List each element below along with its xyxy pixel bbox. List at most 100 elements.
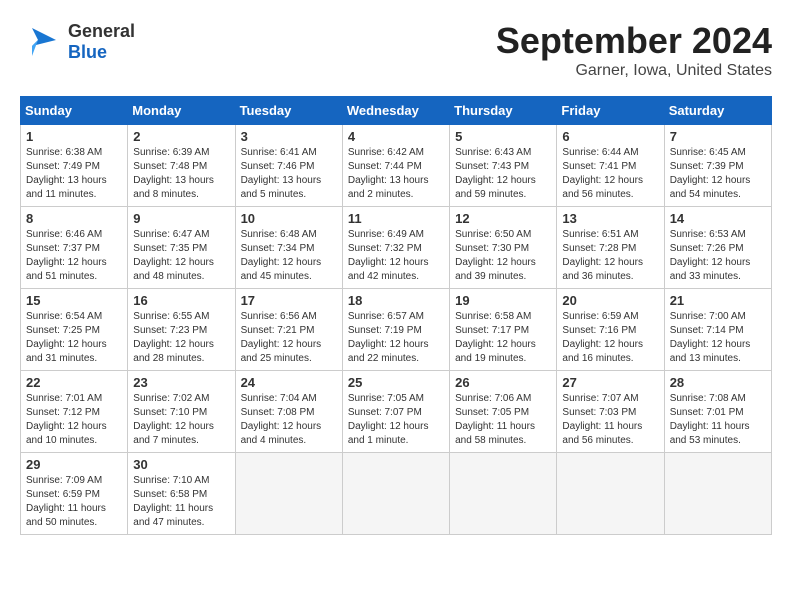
calendar-day-cell: 29 Sunrise: 7:09 AM Sunset: 6:59 PM Dayli… bbox=[21, 453, 128, 535]
calendar-week-row: 8 Sunrise: 6:46 AM Sunset: 7:37 PM Daylig… bbox=[21, 207, 772, 289]
day-number: 7 bbox=[670, 129, 766, 144]
day-info: Sunrise: 6:57 AM Sunset: 7:19 PM Dayligh… bbox=[348, 310, 444, 366]
day-info: Sunrise: 7:07 AM Sunset: 7:03 PM Dayligh… bbox=[562, 392, 658, 448]
day-info: Sunrise: 6:51 AM Sunset: 7:28 PM Dayligh… bbox=[562, 228, 658, 284]
calendar-day-cell: 1 Sunrise: 6:38 AM Sunset: 7:49 PM Daylig… bbox=[21, 125, 128, 207]
day-info: Sunrise: 6:39 AM Sunset: 7:48 PM Dayligh… bbox=[133, 146, 229, 202]
calendar-day-cell: 30 Sunrise: 7:10 AM Sunset: 6:58 PM Dayli… bbox=[128, 453, 235, 535]
day-info: Sunrise: 6:55 AM Sunset: 7:23 PM Dayligh… bbox=[133, 310, 229, 366]
calendar-day-cell bbox=[235, 453, 342, 535]
day-info: Sunrise: 7:06 AM Sunset: 7:05 PM Dayligh… bbox=[455, 392, 551, 448]
day-info: Sunrise: 6:38 AM Sunset: 7:49 PM Dayligh… bbox=[26, 146, 122, 202]
calendar-day-cell: 2 Sunrise: 6:39 AM Sunset: 7:48 PM Daylig… bbox=[128, 125, 235, 207]
day-info: Sunrise: 6:56 AM Sunset: 7:21 PM Dayligh… bbox=[241, 310, 337, 366]
calendar-week-row: 22 Sunrise: 7:01 AM Sunset: 7:12 PM Dayli… bbox=[21, 371, 772, 453]
calendar-day-cell: 17 Sunrise: 6:56 AM Sunset: 7:21 PM Dayli… bbox=[235, 289, 342, 371]
day-info: Sunrise: 6:42 AM Sunset: 7:44 PM Dayligh… bbox=[348, 146, 444, 202]
month-title: September 2024 bbox=[496, 20, 772, 62]
day-number: 1 bbox=[26, 129, 122, 144]
day-info: Sunrise: 6:49 AM Sunset: 7:32 PM Dayligh… bbox=[348, 228, 444, 284]
calendar-day-cell: 10 Sunrise: 6:48 AM Sunset: 7:34 PM Dayli… bbox=[235, 207, 342, 289]
calendar-day-cell: 3 Sunrise: 6:41 AM Sunset: 7:46 PM Daylig… bbox=[235, 125, 342, 207]
calendar-week-row: 29 Sunrise: 7:09 AM Sunset: 6:59 PM Dayli… bbox=[21, 453, 772, 535]
day-info: Sunrise: 6:44 AM Sunset: 7:41 PM Dayligh… bbox=[562, 146, 658, 202]
day-info: Sunrise: 6:50 AM Sunset: 7:30 PM Dayligh… bbox=[455, 228, 551, 284]
day-number: 17 bbox=[241, 293, 337, 308]
logo-text: General Blue bbox=[68, 21, 135, 63]
calendar-day-cell: 6 Sunrise: 6:44 AM Sunset: 7:41 PM Daylig… bbox=[557, 125, 664, 207]
day-number: 5 bbox=[455, 129, 551, 144]
calendar-day-cell: 19 Sunrise: 6:58 AM Sunset: 7:17 PM Dayli… bbox=[450, 289, 557, 371]
day-number: 23 bbox=[133, 375, 229, 390]
day-info: Sunrise: 6:48 AM Sunset: 7:34 PM Dayligh… bbox=[241, 228, 337, 284]
weekday-header-thursday: Thursday bbox=[450, 97, 557, 125]
weekday-header-wednesday: Wednesday bbox=[342, 97, 449, 125]
day-number: 14 bbox=[670, 211, 766, 226]
calendar-day-cell: 4 Sunrise: 6:42 AM Sunset: 7:44 PM Daylig… bbox=[342, 125, 449, 207]
calendar-day-cell: 21 Sunrise: 7:00 AM Sunset: 7:14 PM Dayli… bbox=[664, 289, 771, 371]
day-info: Sunrise: 7:00 AM Sunset: 7:14 PM Dayligh… bbox=[670, 310, 766, 366]
weekday-header-sunday: Sunday bbox=[21, 97, 128, 125]
day-info: Sunrise: 7:10 AM Sunset: 6:58 PM Dayligh… bbox=[133, 474, 229, 530]
day-info: Sunrise: 6:41 AM Sunset: 7:46 PM Dayligh… bbox=[241, 146, 337, 202]
weekday-header-monday: Monday bbox=[128, 97, 235, 125]
calendar-day-cell: 23 Sunrise: 7:02 AM Sunset: 7:10 PM Dayli… bbox=[128, 371, 235, 453]
logo: General Blue bbox=[20, 20, 135, 64]
day-number: 27 bbox=[562, 375, 658, 390]
day-info: Sunrise: 7:02 AM Sunset: 7:10 PM Dayligh… bbox=[133, 392, 229, 448]
day-number: 26 bbox=[455, 375, 551, 390]
day-number: 16 bbox=[133, 293, 229, 308]
day-number: 19 bbox=[455, 293, 551, 308]
day-number: 9 bbox=[133, 211, 229, 226]
day-info: Sunrise: 6:53 AM Sunset: 7:26 PM Dayligh… bbox=[670, 228, 766, 284]
day-number: 6 bbox=[562, 129, 658, 144]
day-number: 29 bbox=[26, 457, 122, 472]
day-number: 3 bbox=[241, 129, 337, 144]
calendar-week-row: 15 Sunrise: 6:54 AM Sunset: 7:25 PM Dayli… bbox=[21, 289, 772, 371]
day-number: 13 bbox=[562, 211, 658, 226]
day-number: 25 bbox=[348, 375, 444, 390]
calendar-day-cell bbox=[450, 453, 557, 535]
day-number: 15 bbox=[26, 293, 122, 308]
calendar-day-cell: 5 Sunrise: 6:43 AM Sunset: 7:43 PM Daylig… bbox=[450, 125, 557, 207]
day-number: 2 bbox=[133, 129, 229, 144]
calendar-day-cell: 14 Sunrise: 6:53 AM Sunset: 7:26 PM Dayli… bbox=[664, 207, 771, 289]
day-number: 18 bbox=[348, 293, 444, 308]
day-number: 24 bbox=[241, 375, 337, 390]
day-number: 22 bbox=[26, 375, 122, 390]
calendar-day-cell: 22 Sunrise: 7:01 AM Sunset: 7:12 PM Dayli… bbox=[21, 371, 128, 453]
calendar-day-cell: 11 Sunrise: 6:49 AM Sunset: 7:32 PM Dayli… bbox=[342, 207, 449, 289]
day-number: 10 bbox=[241, 211, 337, 226]
day-number: 8 bbox=[26, 211, 122, 226]
day-number: 12 bbox=[455, 211, 551, 226]
calendar-day-cell: 15 Sunrise: 6:54 AM Sunset: 7:25 PM Dayli… bbox=[21, 289, 128, 371]
day-number: 30 bbox=[133, 457, 229, 472]
day-info: Sunrise: 6:58 AM Sunset: 7:17 PM Dayligh… bbox=[455, 310, 551, 366]
calendar-day-cell bbox=[664, 453, 771, 535]
calendar-day-cell: 24Sunrise: 7:04 AM Sunset: 7:08 PM Dayli… bbox=[235, 371, 342, 453]
calendar-day-cell: 18 Sunrise: 6:57 AM Sunset: 7:19 PM Dayli… bbox=[342, 289, 449, 371]
day-info: Sunrise: 6:54 AM Sunset: 7:25 PM Dayligh… bbox=[26, 310, 122, 366]
location: Garner, Iowa, United States bbox=[496, 62, 772, 80]
calendar-day-cell: 9 Sunrise: 6:47 AM Sunset: 7:35 PM Daylig… bbox=[128, 207, 235, 289]
page-header: General Blue September 2024 Garner, Iowa… bbox=[20, 20, 772, 80]
day-info: Sunrise: 6:47 AM Sunset: 7:35 PM Dayligh… bbox=[133, 228, 229, 284]
day-number: 28 bbox=[670, 375, 766, 390]
day-info: Sunrise: 6:43 AM Sunset: 7:43 PM Dayligh… bbox=[455, 146, 551, 202]
logo-icon bbox=[20, 20, 64, 64]
day-info: Sunrise: 7:01 AM Sunset: 7:12 PM Dayligh… bbox=[26, 392, 122, 448]
day-info: Sunrise: 6:59 AM Sunset: 7:16 PM Dayligh… bbox=[562, 310, 658, 366]
calendar-day-cell: 8 Sunrise: 6:46 AM Sunset: 7:37 PM Daylig… bbox=[21, 207, 128, 289]
day-number: 11 bbox=[348, 211, 444, 226]
weekday-header-tuesday: Tuesday bbox=[235, 97, 342, 125]
day-number: 21 bbox=[670, 293, 766, 308]
calendar-day-cell: 12 Sunrise: 6:50 AM Sunset: 7:30 PM Dayli… bbox=[450, 207, 557, 289]
day-info: Sunrise: 6:46 AM Sunset: 7:37 PM Dayligh… bbox=[26, 228, 122, 284]
calendar-day-cell: 7Sunrise: 6:45 AM Sunset: 7:39 PM Daylig… bbox=[664, 125, 771, 207]
day-number: 4 bbox=[348, 129, 444, 144]
calendar-day-cell bbox=[342, 453, 449, 535]
day-info: Sunrise: 7:09 AM Sunset: 6:59 PM Dayligh… bbox=[26, 474, 122, 530]
calendar-day-cell: 27 Sunrise: 7:07 AM Sunset: 7:03 PM Dayli… bbox=[557, 371, 664, 453]
title-area: September 2024 Garner, Iowa, United Stat… bbox=[496, 20, 772, 80]
day-number: 20 bbox=[562, 293, 658, 308]
